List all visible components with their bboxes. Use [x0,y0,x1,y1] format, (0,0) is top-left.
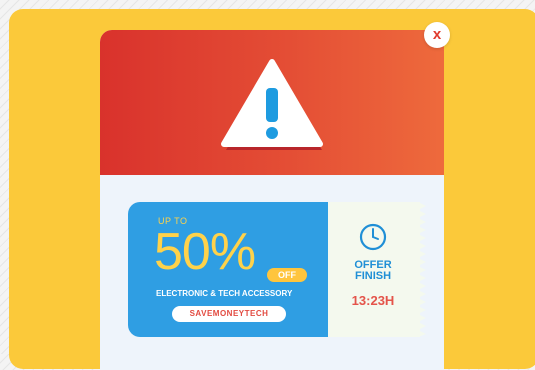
discount-percent: 50% [154,223,256,281]
ticket-edge [418,202,426,337]
modal-header [100,30,444,175]
promo-modal: UP TO 50% OFF ELECTRONIC & TECH ACCESSOR… [100,30,444,370]
discount-coupon: UP TO 50% OFF ELECTRONIC & TECH ACCESSOR… [128,202,426,337]
warning-triangle-icon [216,58,328,158]
offer-finish-label: OFFER FINISH [345,260,401,282]
promo-code-button[interactable]: SAVEMONEYTECH [172,306,286,322]
offer-time-left: 13:23H [351,293,395,308]
clock-icon [358,222,388,252]
off-badge: OFF [267,268,307,282]
offer-label-line2: FINISH [354,270,392,282]
coupon-stub: OFFER FINISH 13:23H [328,202,426,337]
coupon-main-section: UP TO 50% OFF ELECTRONIC & TECH ACCESSOR… [128,202,328,337]
close-button[interactable]: x [424,22,450,48]
category-label: ELECTRONIC & TECH ACCESSORY [156,289,293,298]
